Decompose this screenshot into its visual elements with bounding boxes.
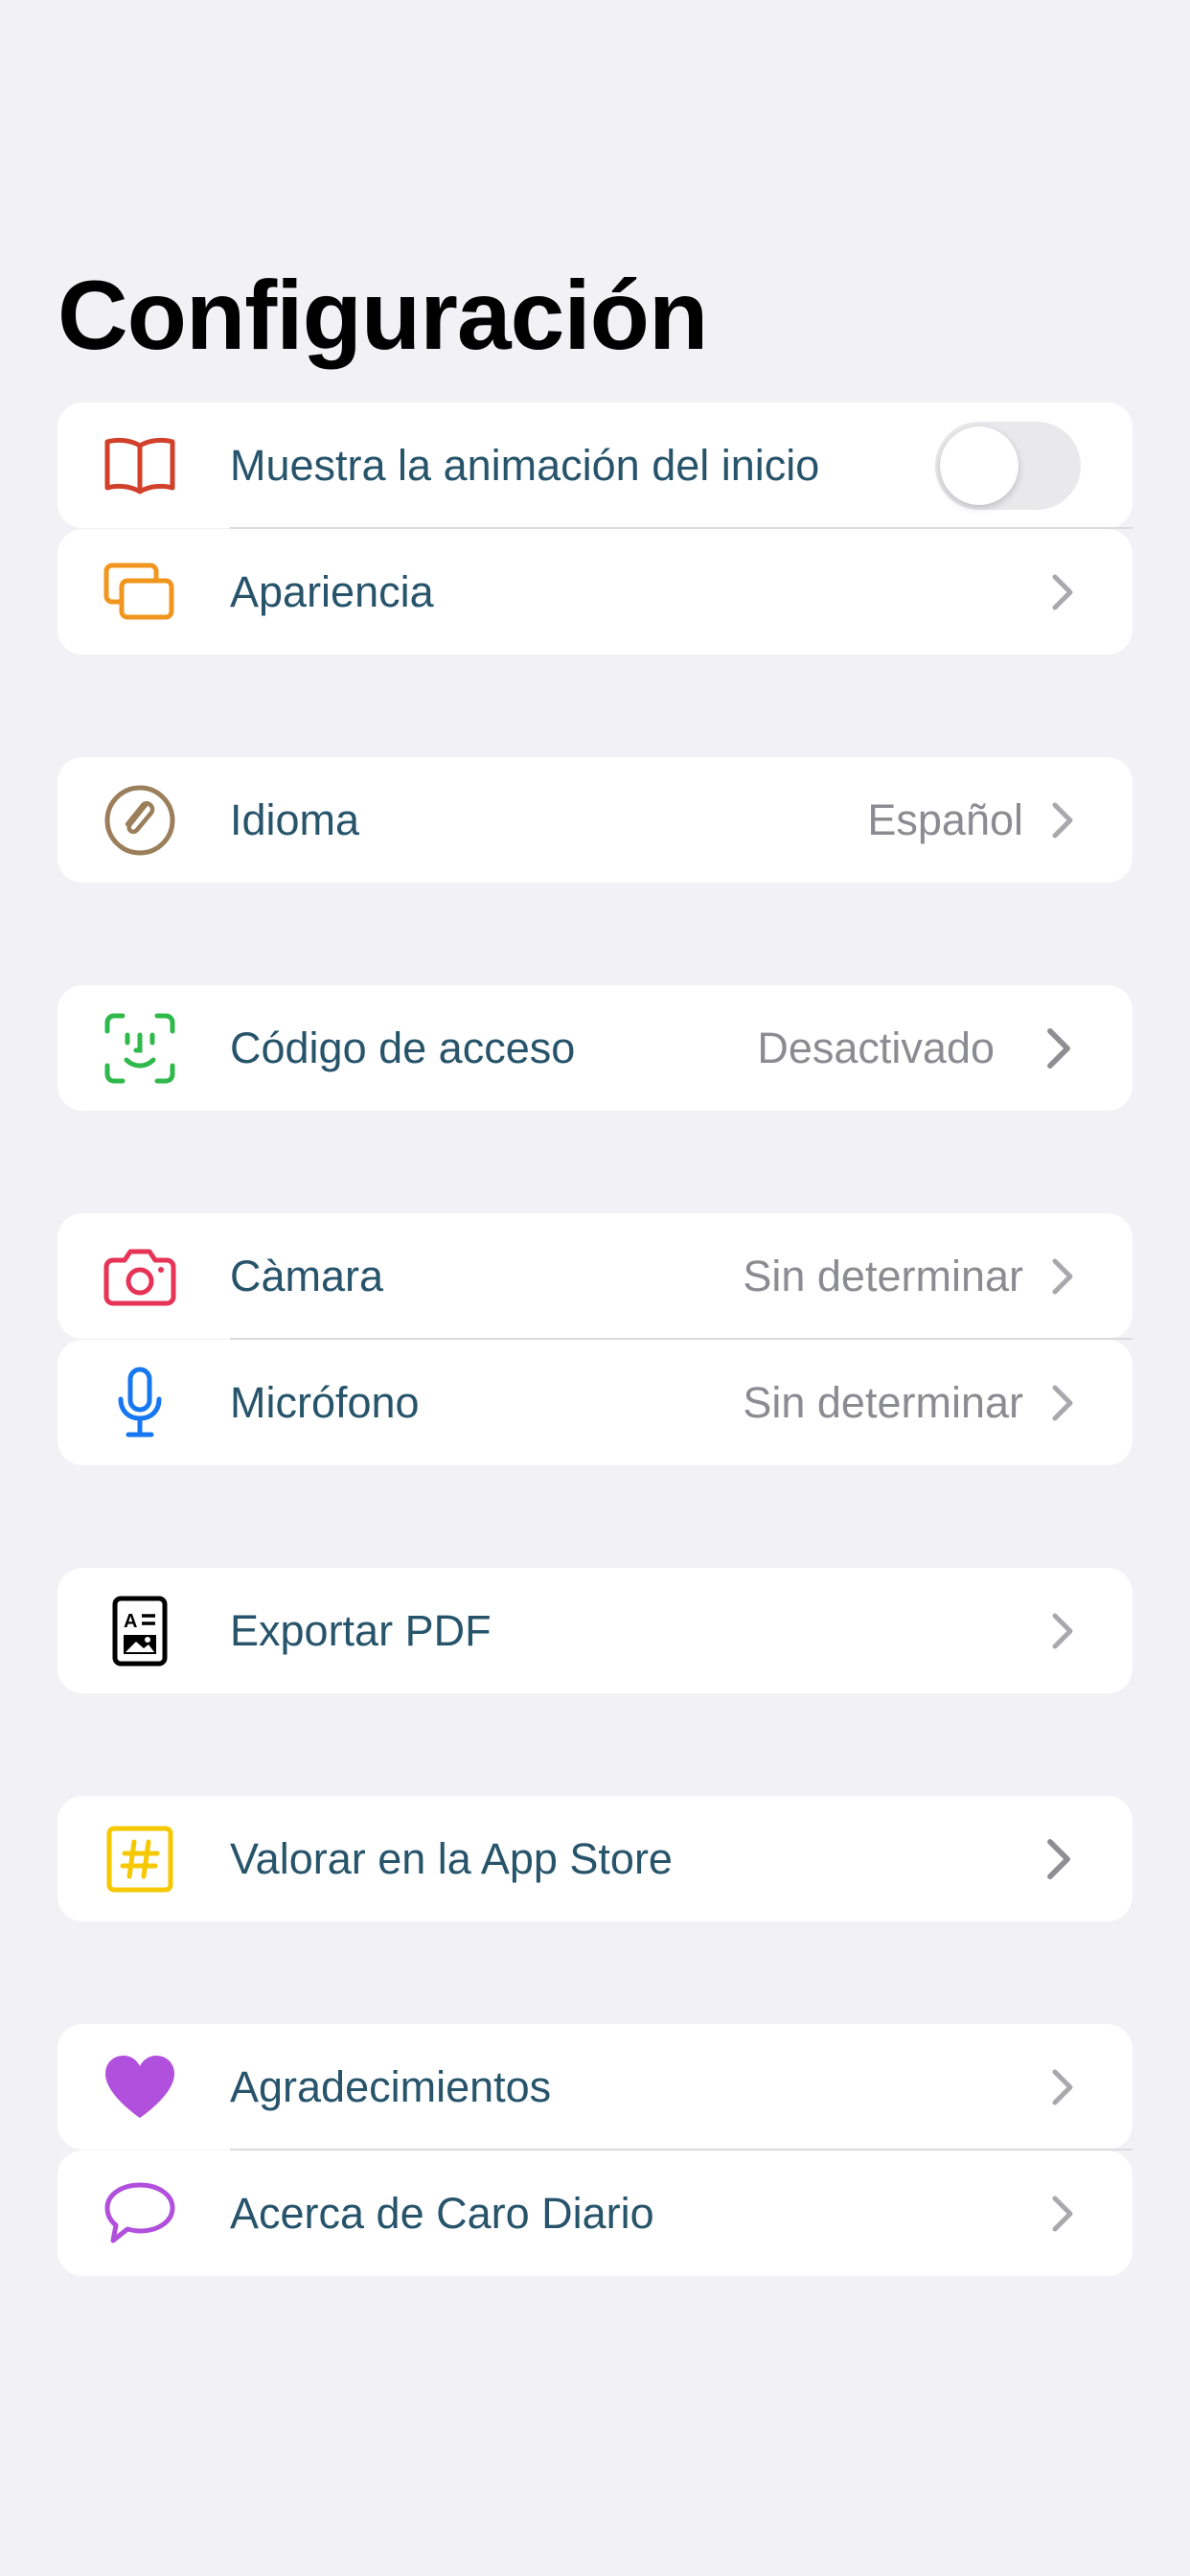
chevron-right-icon [1052,1258,1073,1294]
paperclip-icon [103,784,176,857]
export-pdf-label: Exportar PDF [230,1605,492,1655]
speech-bubble-icon [103,2177,176,2250]
camera-label: Càmara [230,1251,384,1300]
svg-text:A: A [124,1611,137,1632]
startup-animation-toggle[interactable] [935,421,1081,510]
chevron-right-icon [1052,1613,1073,1648]
camera-row[interactable]: Càmara Sin determinar [57,1213,1133,1339]
passcode-group: Código de acceso Desactivado [57,985,1133,1112]
general-group: Muestra la animación del inicio Aparienc… [57,402,1133,656]
permissions-group: Càmara Sin determinar Micrófono Sin dete… [57,1213,1133,1466]
chevron-right-icon [1047,1027,1070,1069]
passcode-label: Código de acceso [230,1023,576,1072]
chevron-right-icon [1047,1838,1070,1879]
startup-animation-label: Muestra la animación del inicio [230,440,820,490]
chevron-right-icon [1052,2196,1073,2231]
microphone-label: Micrófono [230,1377,420,1427]
language-label: Idioma [230,794,360,844]
language-value: Español [867,794,1023,844]
chevron-right-icon [1052,802,1073,838]
language-row[interactable]: Idioma Español [57,757,1133,883]
chevron-right-icon [1052,2069,1073,2104]
windows-icon [103,556,176,629]
export-pdf-row[interactable]: A Exportar PDF [57,1568,1133,1693]
about-app-label: Acerca de Caro Diario [230,2188,654,2238]
page-title: Configuración [57,261,708,370]
document-icon: A [103,1595,176,1668]
rate-app-row[interactable]: Valorar en la App Store [57,1796,1133,1921]
book-icon [103,429,176,502]
appearance-row[interactable]: Apariencia [57,527,1133,655]
heart-icon [103,2051,176,2124]
about-group: Agradecimientos Acerca de Caro Diario [57,2024,1133,2277]
about-app-row[interactable]: Acerca de Caro Diario [57,2149,1133,2276]
startup-animation-row: Muestra la animación del inicio [57,402,1133,528]
rate-group: Valorar en la App Store [57,1796,1133,1922]
chevron-right-icon [1052,1385,1073,1420]
passcode-value: Desactivado [757,1023,995,1072]
passcode-row[interactable]: Código de acceso Desactivado [57,985,1133,1111]
acknowledgements-row[interactable]: Agradecimientos [57,2024,1133,2150]
rate-app-label: Valorar en la App Store [230,1833,673,1883]
face-id-icon [103,1012,176,1085]
export-group: A Exportar PDF [57,1568,1133,1694]
chevron-right-icon [1052,574,1073,610]
hashtag-icon [103,1823,176,1896]
acknowledgements-label: Agradecimientos [230,2061,552,2111]
microphone-icon [103,1367,176,1439]
microphone-value: Sin determinar [743,1377,1023,1427]
microphone-row[interactable]: Micrófono Sin determinar [57,1338,1133,1465]
camera-icon [103,1240,176,1313]
toggle-knob [940,426,1018,505]
appearance-label: Apariencia [230,566,434,616]
language-group: Idioma Español [57,757,1133,884]
camera-value: Sin determinar [743,1251,1023,1300]
